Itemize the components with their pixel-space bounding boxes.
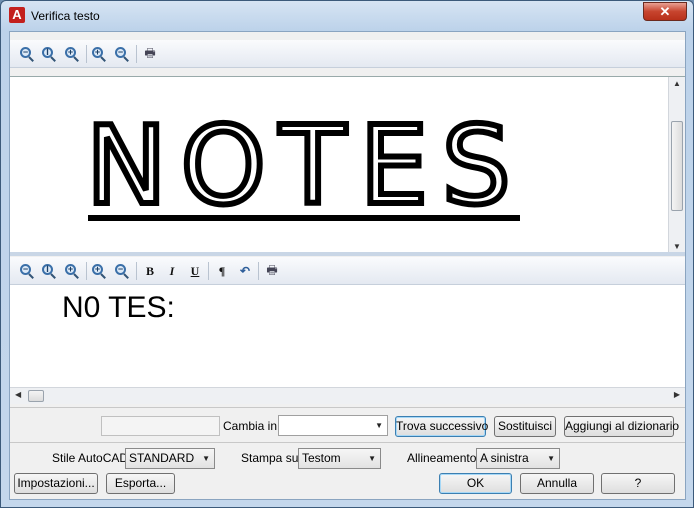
zoom-out-alt-icon[interactable]: − bbox=[113, 45, 131, 63]
zoom-in-icon[interactable]: + bbox=[90, 45, 108, 63]
handwritten-notes-image: NOTES: bbox=[83, 107, 530, 227]
pane-splitter[interactable] bbox=[10, 252, 685, 256]
toolbar-separator bbox=[86, 262, 87, 280]
italic-button[interactable]: I bbox=[163, 262, 181, 280]
title-bar[interactable]: A Verifica testo ✕ bbox=[1, 1, 693, 31]
zoom-in-icon[interactable]: + bbox=[90, 262, 108, 280]
alignment-dropdown[interactable]: A sinistra ▼ bbox=[476, 448, 560, 469]
zoom-window-icon[interactable]: + bbox=[63, 45, 81, 63]
image-vertical-scrollbar[interactable]: ▲ ▼ bbox=[668, 77, 685, 252]
alignment-value: A sinistra bbox=[480, 451, 529, 465]
ok-button[interactable]: OK bbox=[439, 473, 512, 494]
print-on-label: Stampa su: bbox=[241, 451, 302, 465]
zoom-extents-icon[interactable]: I bbox=[40, 262, 58, 280]
zoom-out-icon[interactable]: − bbox=[18, 262, 36, 280]
zoom-window-icon[interactable]: + bbox=[63, 262, 81, 280]
dialog-client-area: − I + + − 🖶 NOTES: ▲ ▼ − I + + − B I U ¶… bbox=[9, 31, 686, 500]
chevron-down-icon: ▼ bbox=[375, 421, 383, 430]
toolbar-separator bbox=[258, 262, 259, 280]
scroll-thumb[interactable] bbox=[671, 121, 683, 211]
toolbar-separator bbox=[136, 262, 137, 280]
zoom-extents-icon[interactable]: I bbox=[40, 45, 58, 63]
bold-button[interactable]: B bbox=[141, 262, 159, 280]
image-toolbar: − I + + − 🖶 bbox=[10, 40, 685, 68]
divider bbox=[10, 442, 685, 443]
preview-underline bbox=[88, 215, 520, 221]
undo-icon[interactable]: ↶ bbox=[236, 262, 254, 280]
style-label: Stile AutoCAD: bbox=[52, 451, 132, 465]
close-button[interactable]: ✕ bbox=[643, 2, 687, 21]
style-value: STANDARD bbox=[129, 451, 195, 465]
toolbar-separator bbox=[86, 45, 87, 63]
text-toolbar: − I + + − B I U ¶ ↶ 🖶 bbox=[10, 257, 685, 285]
alignment-label: Allineamento: bbox=[407, 451, 480, 465]
divider bbox=[10, 407, 685, 408]
text-horizontal-scrollbar[interactable]: ◀ ▶ bbox=[10, 387, 685, 404]
cambia-in-combo[interactable]: ▼ bbox=[278, 415, 388, 436]
scroll-up-icon[interactable]: ▲ bbox=[669, 79, 685, 88]
chevron-down-icon: ▼ bbox=[202, 454, 210, 463]
settings-button[interactable]: Impostazioni... bbox=[14, 473, 98, 494]
find-next-button[interactable]: Trova successivo bbox=[395, 416, 488, 437]
replace-button[interactable]: Sostituisci bbox=[494, 416, 556, 437]
image-preview-pane: NOTES: ▲ ▼ bbox=[10, 76, 685, 252]
scroll-left-icon[interactable]: ◀ bbox=[15, 390, 21, 399]
verifica-testo-dialog: A Verifica testo ✕ − I + + − 🖶 NOTES: ▲ … bbox=[0, 0, 694, 508]
underline-button[interactable]: U bbox=[186, 262, 204, 280]
cambia-in-label: Cambia in: bbox=[223, 419, 281, 433]
suggestion-field bbox=[101, 416, 220, 436]
help-button[interactable]: ? bbox=[601, 473, 675, 494]
print-icon[interactable]: 🖶 bbox=[141, 45, 159, 63]
print-on-value: Testom bbox=[302, 451, 341, 465]
autocad-logo-icon: A bbox=[9, 7, 25, 23]
recognized-text[interactable]: N0 TES: bbox=[62, 291, 175, 325]
preview-text: NOTES: bbox=[86, 107, 530, 227]
cancel-button[interactable]: Annulla bbox=[520, 473, 594, 494]
print-on-dropdown[interactable]: Testom ▼ bbox=[298, 448, 381, 469]
style-dropdown[interactable]: STANDARD ▼ bbox=[125, 448, 215, 469]
zoom-out-icon[interactable]: − bbox=[18, 45, 36, 63]
toolbar-separator bbox=[136, 45, 137, 63]
add-to-dictionary-button[interactable]: Aggiungi al dizionario bbox=[564, 416, 679, 437]
scroll-right-icon[interactable]: ▶ bbox=[674, 390, 680, 399]
scroll-down-icon[interactable]: ▼ bbox=[669, 242, 685, 251]
chevron-down-icon: ▼ bbox=[368, 454, 376, 463]
export-button[interactable]: Esporta... bbox=[106, 473, 175, 494]
chevron-down-icon: ▼ bbox=[547, 454, 555, 463]
toolbar-separator bbox=[208, 262, 209, 280]
window-title: Verifica testo bbox=[31, 9, 100, 23]
zoom-out-alt-icon[interactable]: − bbox=[113, 262, 131, 280]
print-icon[interactable]: 🖶 bbox=[263, 262, 281, 280]
recognized-text-pane[interactable]: N0 TES: ◀ ▶ bbox=[10, 284, 685, 404]
paragraph-button[interactable]: ¶ bbox=[213, 262, 231, 280]
scroll-thumb[interactable] bbox=[28, 390, 44, 402]
